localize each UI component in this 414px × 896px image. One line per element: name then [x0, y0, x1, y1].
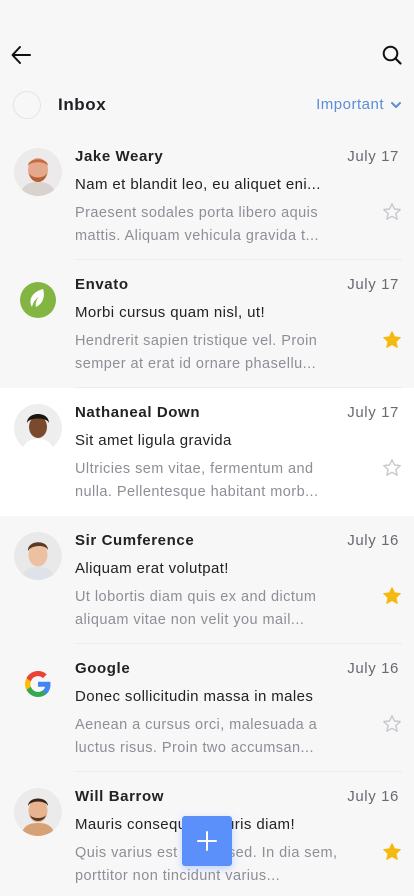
email-subject: Donec sollicitudin massa in males [75, 688, 314, 705]
arrow-left-icon [11, 46, 31, 64]
star-toggle[interactable] [382, 330, 402, 350]
email-sender: Sir Cumference [75, 532, 195, 549]
filter-label: Important [316, 96, 384, 113]
filter-dropdown[interactable]: Important [316, 96, 402, 113]
email-date: July 16 [347, 788, 399, 805]
email-subject: Aliquam erat volutpat! [75, 560, 229, 577]
email-sender: Nathaneal Down [75, 404, 201, 421]
star-toggle[interactable] [382, 586, 402, 606]
search-button[interactable] [381, 44, 403, 66]
email-date: July 17 [347, 148, 399, 165]
email-subject: Morbi cursus quam nisl, ut! [75, 304, 266, 321]
email-preview: Praesent sodales porta libero aquis matt… [75, 205, 319, 244]
star-toggle[interactable] [382, 202, 402, 222]
plus-icon [197, 831, 217, 851]
email-item[interactable]: Nathaneal Down July 17 Sit amet ligula g… [0, 388, 414, 516]
email-date: July 17 [347, 404, 399, 421]
email-sender: Google [75, 660, 131, 677]
star-filled-icon [383, 843, 401, 860]
email-item[interactable]: Sir Cumference July 16 Aliquam erat volu… [0, 516, 414, 644]
email-date: July 16 [347, 532, 399, 549]
avatar [14, 148, 62, 196]
star-toggle[interactable] [382, 714, 402, 734]
star-toggle[interactable] [382, 842, 402, 862]
search-icon [382, 45, 402, 65]
email-item[interactable]: Jake Weary July 17 Nam et blandit leo, e… [0, 132, 414, 260]
envato-logo-icon [14, 276, 62, 324]
email-preview: Ut lobortis diam quis ex and dictum aliq… [75, 589, 317, 628]
select-all-checkbox[interactable] [13, 91, 41, 119]
inbox-header: Inbox Important [0, 86, 414, 124]
email-list: Jake Weary July 17 Nam et blandit leo, e… [0, 132, 414, 896]
page-title: Inbox [58, 95, 107, 114]
star-filled-icon [383, 587, 401, 604]
avatar [14, 404, 62, 452]
email-subject: Nam et blandit leo, eu aliquet eni... [75, 176, 321, 193]
compose-button[interactable] [182, 816, 232, 866]
avatar [14, 788, 62, 836]
google-logo-icon [14, 660, 62, 708]
chevron-down-icon [391, 101, 401, 108]
email-sender: Will Barrow [75, 788, 164, 805]
email-item[interactable]: Envato July 17 Morbi cursus quam nisl, u… [0, 260, 414, 388]
star-outline-icon [383, 715, 401, 732]
email-date: July 16 [347, 660, 399, 677]
email-preview: Aenean a cursus orci, malesuada a luctus… [75, 717, 318, 756]
email-sender: Jake Weary [75, 148, 164, 165]
email-preview: Ultricies sem vitae, fermentum and nulla… [75, 461, 319, 500]
email-date: July 17 [347, 276, 399, 293]
email-item[interactable]: Google July 16 Donec sollicitudin massa … [0, 644, 414, 772]
star-filled-icon [383, 331, 401, 348]
avatar [14, 276, 62, 324]
star-outline-icon [383, 203, 401, 220]
back-button[interactable] [10, 44, 32, 66]
star-toggle[interactable] [382, 458, 402, 478]
avatar [14, 532, 62, 580]
star-outline-icon [383, 459, 401, 476]
top-bar [0, 0, 414, 80]
avatar [14, 660, 62, 708]
email-preview: Hendrerit sapien tristique vel. Proin se… [75, 333, 318, 372]
email-sender: Envato [75, 276, 129, 293]
email-subject: Sit amet ligula gravida [75, 432, 232, 449]
